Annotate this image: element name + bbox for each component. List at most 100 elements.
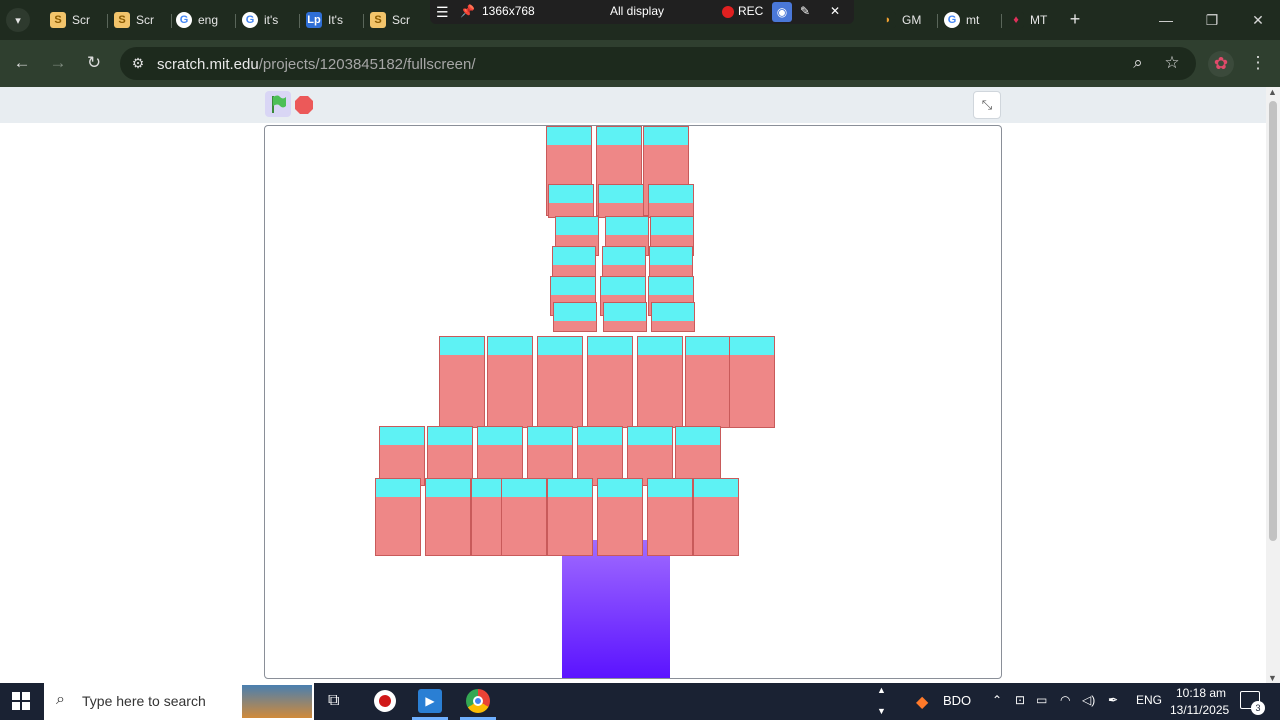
cat-sprite-clone[interactable] xyxy=(439,336,485,428)
cat-sprite-clone[interactable] xyxy=(647,478,693,556)
cat-sprite-clone[interactable] xyxy=(577,426,623,486)
task-view-icon[interactable]: ⧉ xyxy=(328,692,339,710)
google-icon: G xyxy=(944,12,960,28)
browser-tab[interactable]: Lp It's xyxy=(298,6,364,34)
cat-sprite-clone[interactable] xyxy=(427,426,473,486)
scroll-down-icon[interactable]: ▼ xyxy=(1268,673,1277,683)
recorder-rec-label[interactable]: REC xyxy=(738,4,763,18)
forward-arrow-icon[interactable]: → xyxy=(46,51,70,75)
browser-tab[interactable]: G eng xyxy=(168,6,236,34)
browser-tab[interactable]: S Scr xyxy=(106,6,172,34)
pin-icon[interactable]: 📌 xyxy=(460,4,475,18)
pen-icon[interactable]: ✒ xyxy=(1108,693,1118,707)
green-flag-button[interactable] xyxy=(265,91,291,117)
browser-tab[interactable]: S Scr xyxy=(362,6,422,34)
scroll-up-icon[interactable]: ▲ xyxy=(877,685,886,695)
trunk-sprite[interactable] xyxy=(562,540,670,678)
reload-icon[interactable]: ↻ xyxy=(82,51,106,75)
cat-sprite-clone[interactable] xyxy=(637,336,683,428)
browser-tab[interactable]: ♦ MT xyxy=(1000,6,1060,34)
search-icon: ⌕ xyxy=(56,691,65,708)
cat-sprite-clone[interactable] xyxy=(597,478,643,556)
recorder-app-icon[interactable] xyxy=(374,690,396,712)
clock-time[interactable]: 10:18 am xyxy=(1176,686,1226,700)
cat-sprite-clone[interactable] xyxy=(598,184,644,218)
browser-tab[interactable]: G mt xyxy=(936,6,1002,34)
back-arrow-icon[interactable]: ← xyxy=(10,51,34,75)
chrome-icon[interactable] xyxy=(466,689,490,713)
cat-sprite-clone[interactable] xyxy=(693,478,739,556)
page-scrollbar[interactable]: ▲ ▼ xyxy=(1266,87,1280,683)
cat-sprite-clone[interactable] xyxy=(527,426,573,486)
cat-sprite-clone[interactable] xyxy=(587,336,633,428)
screen-recorder-bar: ☰ 📌 1366x768 All display REC ◉ ✎ ✕ xyxy=(430,0,854,24)
clock-date[interactable]: 13/11/2025 xyxy=(1170,703,1229,717)
scratch-icon: S xyxy=(114,12,130,28)
new-tab-button[interactable]: + xyxy=(1064,8,1086,30)
cat-sprite-clone[interactable] xyxy=(675,426,721,486)
cat-sprite-clone[interactable] xyxy=(537,336,583,428)
lp-icon: Lp xyxy=(306,12,322,28)
browser-tab[interactable]: ◗ GM xyxy=(872,6,938,34)
weather-icon[interactable]: ◆ xyxy=(916,692,928,712)
taskbar-search[interactable]: ⌕ Type here to search xyxy=(44,683,314,720)
scratch-player-controls: ⤡ xyxy=(0,87,1266,123)
weather-label[interactable]: BDO xyxy=(943,693,971,708)
scratch-stage[interactable] xyxy=(264,125,1002,679)
pencil-icon[interactable]: ✎ xyxy=(800,4,810,18)
scratch-icon: S xyxy=(50,12,66,28)
scroll-up-icon[interactable]: ▲ xyxy=(1268,87,1277,97)
cat-sprite-clone[interactable] xyxy=(729,336,775,428)
tab-list-button[interactable]: ▾ xyxy=(6,8,30,32)
cat-sprite-clone[interactable] xyxy=(685,336,731,428)
wifi-icon[interactable]: ◠ xyxy=(1060,693,1070,707)
windows-start-icon[interactable] xyxy=(12,692,30,710)
bookmark-star-icon[interactable]: ☆ xyxy=(1160,51,1184,75)
scroll-down-icon[interactable]: ▼ xyxy=(877,706,886,716)
cat-sprite-clone[interactable] xyxy=(487,336,533,428)
minimize-icon: — xyxy=(1159,12,1173,28)
recorder-resolution[interactable]: 1366x768 xyxy=(482,4,535,18)
menu-icon[interactable]: ☰ xyxy=(436,4,449,21)
close-window-button[interactable]: ✕ xyxy=(1238,6,1278,34)
search-highlight-image xyxy=(242,685,312,718)
cat-sprite-clone[interactable] xyxy=(547,478,593,556)
meet-icon[interactable]: ⊡ xyxy=(1015,693,1025,707)
cat-sprite-clone[interactable] xyxy=(553,302,597,332)
recorder-display-select[interactable]: All display xyxy=(610,4,664,18)
cat-sprite-clone[interactable] xyxy=(501,478,547,556)
cat-sprite-clone[interactable] xyxy=(477,426,523,486)
language-indicator[interactable]: ENG xyxy=(1136,693,1162,707)
cat-sprite-clone[interactable] xyxy=(425,478,471,556)
stop-button[interactable] xyxy=(295,96,313,114)
scroll-thumb[interactable] xyxy=(1269,101,1277,541)
cat-sprite-clone[interactable] xyxy=(603,302,647,332)
zoom-icon[interactable]: ⌕ xyxy=(1126,51,1150,75)
volume-icon[interactable]: ◁) xyxy=(1082,693,1095,707)
cat-sprite-clone[interactable] xyxy=(548,184,594,218)
cat-sprite-clone[interactable] xyxy=(648,184,694,218)
exit-fullscreen-button[interactable]: ⤡ xyxy=(973,91,1001,119)
cat-sprite-clone[interactable] xyxy=(375,478,421,556)
address-bar[interactable]: ⚙ scratch.mit.edu/projects/1203845182/fu… xyxy=(120,47,1196,80)
restore-button[interactable]: ❐ xyxy=(1192,6,1232,34)
media-player-icon[interactable]: ▶ xyxy=(418,689,442,713)
browser-tab[interactable]: G it's xyxy=(234,6,300,34)
camera-icon[interactable]: ◉ xyxy=(772,2,792,22)
more-menu-icon[interactable]: ⋮ xyxy=(1246,51,1270,75)
notification-icon[interactable]: 3 xyxy=(1240,691,1265,715)
close-recorder-icon[interactable]: ✕ xyxy=(830,4,840,18)
cat-sprite-clone[interactable] xyxy=(651,302,695,332)
windows-taskbar: ⌕ Type here to search ⧉ ▶ ▲ ▼ ◆ BDO ⌃ ⊡ … xyxy=(0,683,1280,720)
google-icon: G xyxy=(242,12,258,28)
cat-sprite-clone[interactable] xyxy=(379,426,425,486)
site-settings-icon[interactable]: ⚙ xyxy=(126,51,150,75)
chevron-down-icon: ▾ xyxy=(15,14,21,27)
cat-sprite-clone[interactable] xyxy=(627,426,673,486)
url-text[interactable]: scratch.mit.edu/projects/1203845182/full… xyxy=(157,56,476,73)
tray-chevron-icon[interactable]: ⌃ xyxy=(992,693,1002,707)
battery-icon[interactable]: ▭ xyxy=(1036,693,1047,707)
profile-avatar[interactable]: ✿ xyxy=(1208,51,1234,77)
browser-tab[interactable]: S Scr xyxy=(42,6,108,34)
minimize-button[interactable]: — xyxy=(1146,6,1186,34)
